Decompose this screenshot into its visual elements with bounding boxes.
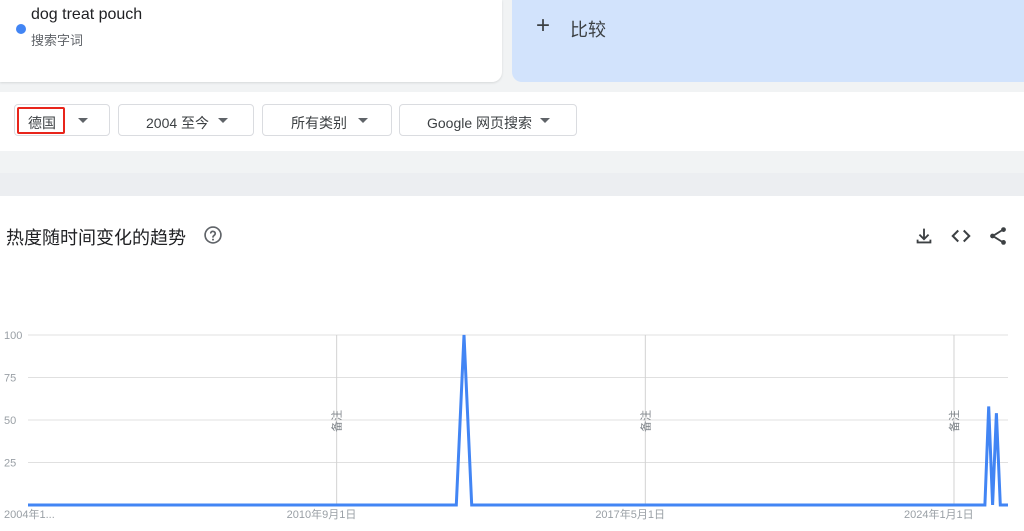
- x-tick-label: 2010年9月1日: [287, 507, 357, 521]
- filter-bar: 德国 2004 至今 所有类别 Google 网页搜索: [0, 92, 1024, 151]
- y-tick-label: 25: [4, 458, 16, 470]
- chevron-down-icon: [218, 118, 228, 123]
- category-filter[interactable]: 所有类别: [262, 104, 392, 136]
- annotation-label[interactable]: 备注: [330, 410, 344, 432]
- y-tick-label: 75: [4, 373, 16, 385]
- country-highlight-box: [17, 107, 65, 134]
- search-type-filter[interactable]: Google 网页搜索: [399, 104, 577, 136]
- section-divider: [0, 173, 1024, 196]
- compare-button[interactable]: + 比较: [512, 0, 1024, 82]
- y-tick-label: 100: [4, 330, 22, 342]
- time-range-filter-label: 2004 至今: [146, 115, 210, 131]
- x-tick-label: 2017年5月1日: [595, 507, 665, 521]
- plus-icon: +: [536, 12, 551, 39]
- search-type-filter-label: Google 网页搜索: [427, 115, 533, 131]
- interest-line-chart: 100 75 50 25 2004年1... 2010年9月1日 2017年5月1日 2024…: [4, 330, 1008, 521]
- compare-label: 比较: [570, 20, 606, 40]
- search-term-type: 搜索字词: [31, 33, 84, 48]
- x-tick-label: 2004年1...: [4, 507, 55, 521]
- chevron-down-icon: [78, 118, 88, 123]
- x-tick-label: 2024年1月1日: [904, 507, 974, 521]
- chevron-down-icon: [358, 118, 368, 123]
- search-term-name[interactable]: dog treat pouch: [31, 6, 142, 24]
- annotation-label[interactable]: 备注: [638, 410, 652, 432]
- time-range-filter[interactable]: 2004 至今: [118, 104, 254, 136]
- search-term-card[interactable]: dog treat pouch 搜索字词: [0, 0, 502, 82]
- annotation-label[interactable]: 备注: [947, 410, 961, 432]
- chevron-down-icon: [540, 118, 550, 123]
- category-filter-label: 所有类别: [291, 115, 347, 131]
- interest-over-time-card: 热度随时间变化的趋势 100 75 50 25 2004年1... 2010年9月1日 20…: [0, 196, 1024, 531]
- series-color-dot: [16, 24, 26, 34]
- y-tick-label: 50: [4, 415, 16, 427]
